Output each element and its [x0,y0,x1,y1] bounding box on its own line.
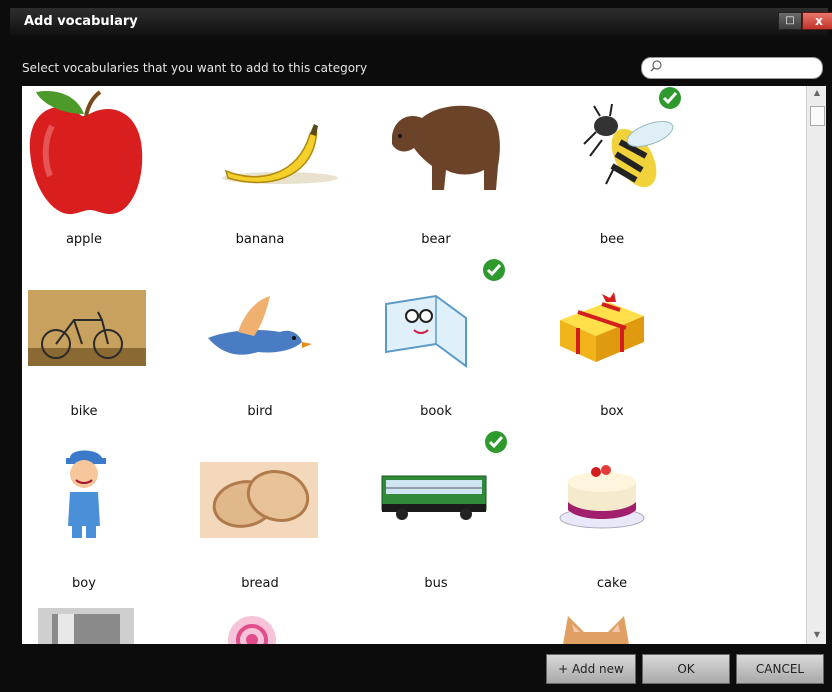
bus-icon [381,475,487,520]
close-button[interactable]: x [802,12,832,30]
item-label: bus [424,576,448,591]
bee-icon [583,103,674,188]
vocab-item-bear[interactable]: bear [374,86,534,258]
vocab-item-boy[interactable]: boy [22,430,182,602]
vocab-item-bus[interactable]: bus [374,430,534,602]
vocab-item-partial[interactable] [38,608,198,644]
checkmark-icon [485,431,507,453]
item-label: bird [247,404,273,419]
checkmark-icon [483,259,505,281]
add-new-button[interactable]: + Add new [546,654,636,684]
search-box[interactable] [641,57,823,79]
cancel-button[interactable]: CANCEL [736,654,824,684]
cake-icon [559,465,645,529]
maximize-icon: □ [785,15,795,26]
vocabulary-grid: apple banana bear bee bike bird book box… [22,86,826,644]
instruction-text: Select vocabularies that you want to add… [22,61,368,75]
vocab-item-book[interactable]: book [374,258,534,430]
search-input[interactable] [666,60,820,76]
add-vocabulary-dialog: Add vocabulary □ x Select vocabularies t… [0,0,832,692]
maximize-button[interactable]: □ [778,12,802,30]
cat-icon [563,616,629,644]
boy-icon [66,450,106,538]
close-icon: x [815,14,823,28]
item-label: box [600,404,624,419]
bread-icon [200,462,318,538]
vocab-item-bird[interactable]: bird [198,258,358,430]
vertical-scrollbar[interactable]: ▲ ▼ [806,86,826,644]
scroll-down-icon[interactable]: ▼ [807,628,826,642]
scroll-thumb[interactable] [810,106,825,126]
vocab-item-bread[interactable]: bread [198,430,358,602]
banana-icon [222,124,338,184]
vocab-item-bike[interactable]: bike [22,258,182,430]
item-label: cake [596,576,628,591]
button-bar: + Add new OK CANCEL [0,644,832,692]
vocab-item-partial[interactable] [222,610,382,644]
vocab-item-bee[interactable]: bee [550,86,710,258]
item-label: bee [599,232,625,247]
vocab-item-partial[interactable] [554,610,714,644]
checkmark-icon [659,87,681,109]
scroll-up-icon[interactable]: ▲ [807,86,826,100]
vocab-item-banana[interactable]: banana [198,86,358,258]
box-icon [560,292,644,362]
book-icon [385,294,467,368]
apple-icon [29,90,143,215]
bird-icon [208,296,312,355]
bear-icon [392,105,500,190]
item-label: apple [65,232,103,247]
window-title: Add vocabulary [24,14,138,29]
item-label: book [420,404,452,419]
candy-icon [228,616,276,644]
vocab-item-cake[interactable]: cake [550,430,710,602]
vocab-item-apple[interactable]: apple [22,86,182,258]
item-label: bike [70,404,98,419]
search-icon [650,60,662,72]
bike-icon [28,290,146,366]
vocab-item-box[interactable]: box [550,258,710,430]
can-icon [38,608,134,644]
item-label: bear [421,232,451,247]
ok-button[interactable]: OK [642,654,730,684]
item-label: boy [72,576,96,591]
title-bar: Add vocabulary □ x [10,8,832,36]
item-label: bread [241,576,279,591]
item-label: banana [235,232,285,247]
